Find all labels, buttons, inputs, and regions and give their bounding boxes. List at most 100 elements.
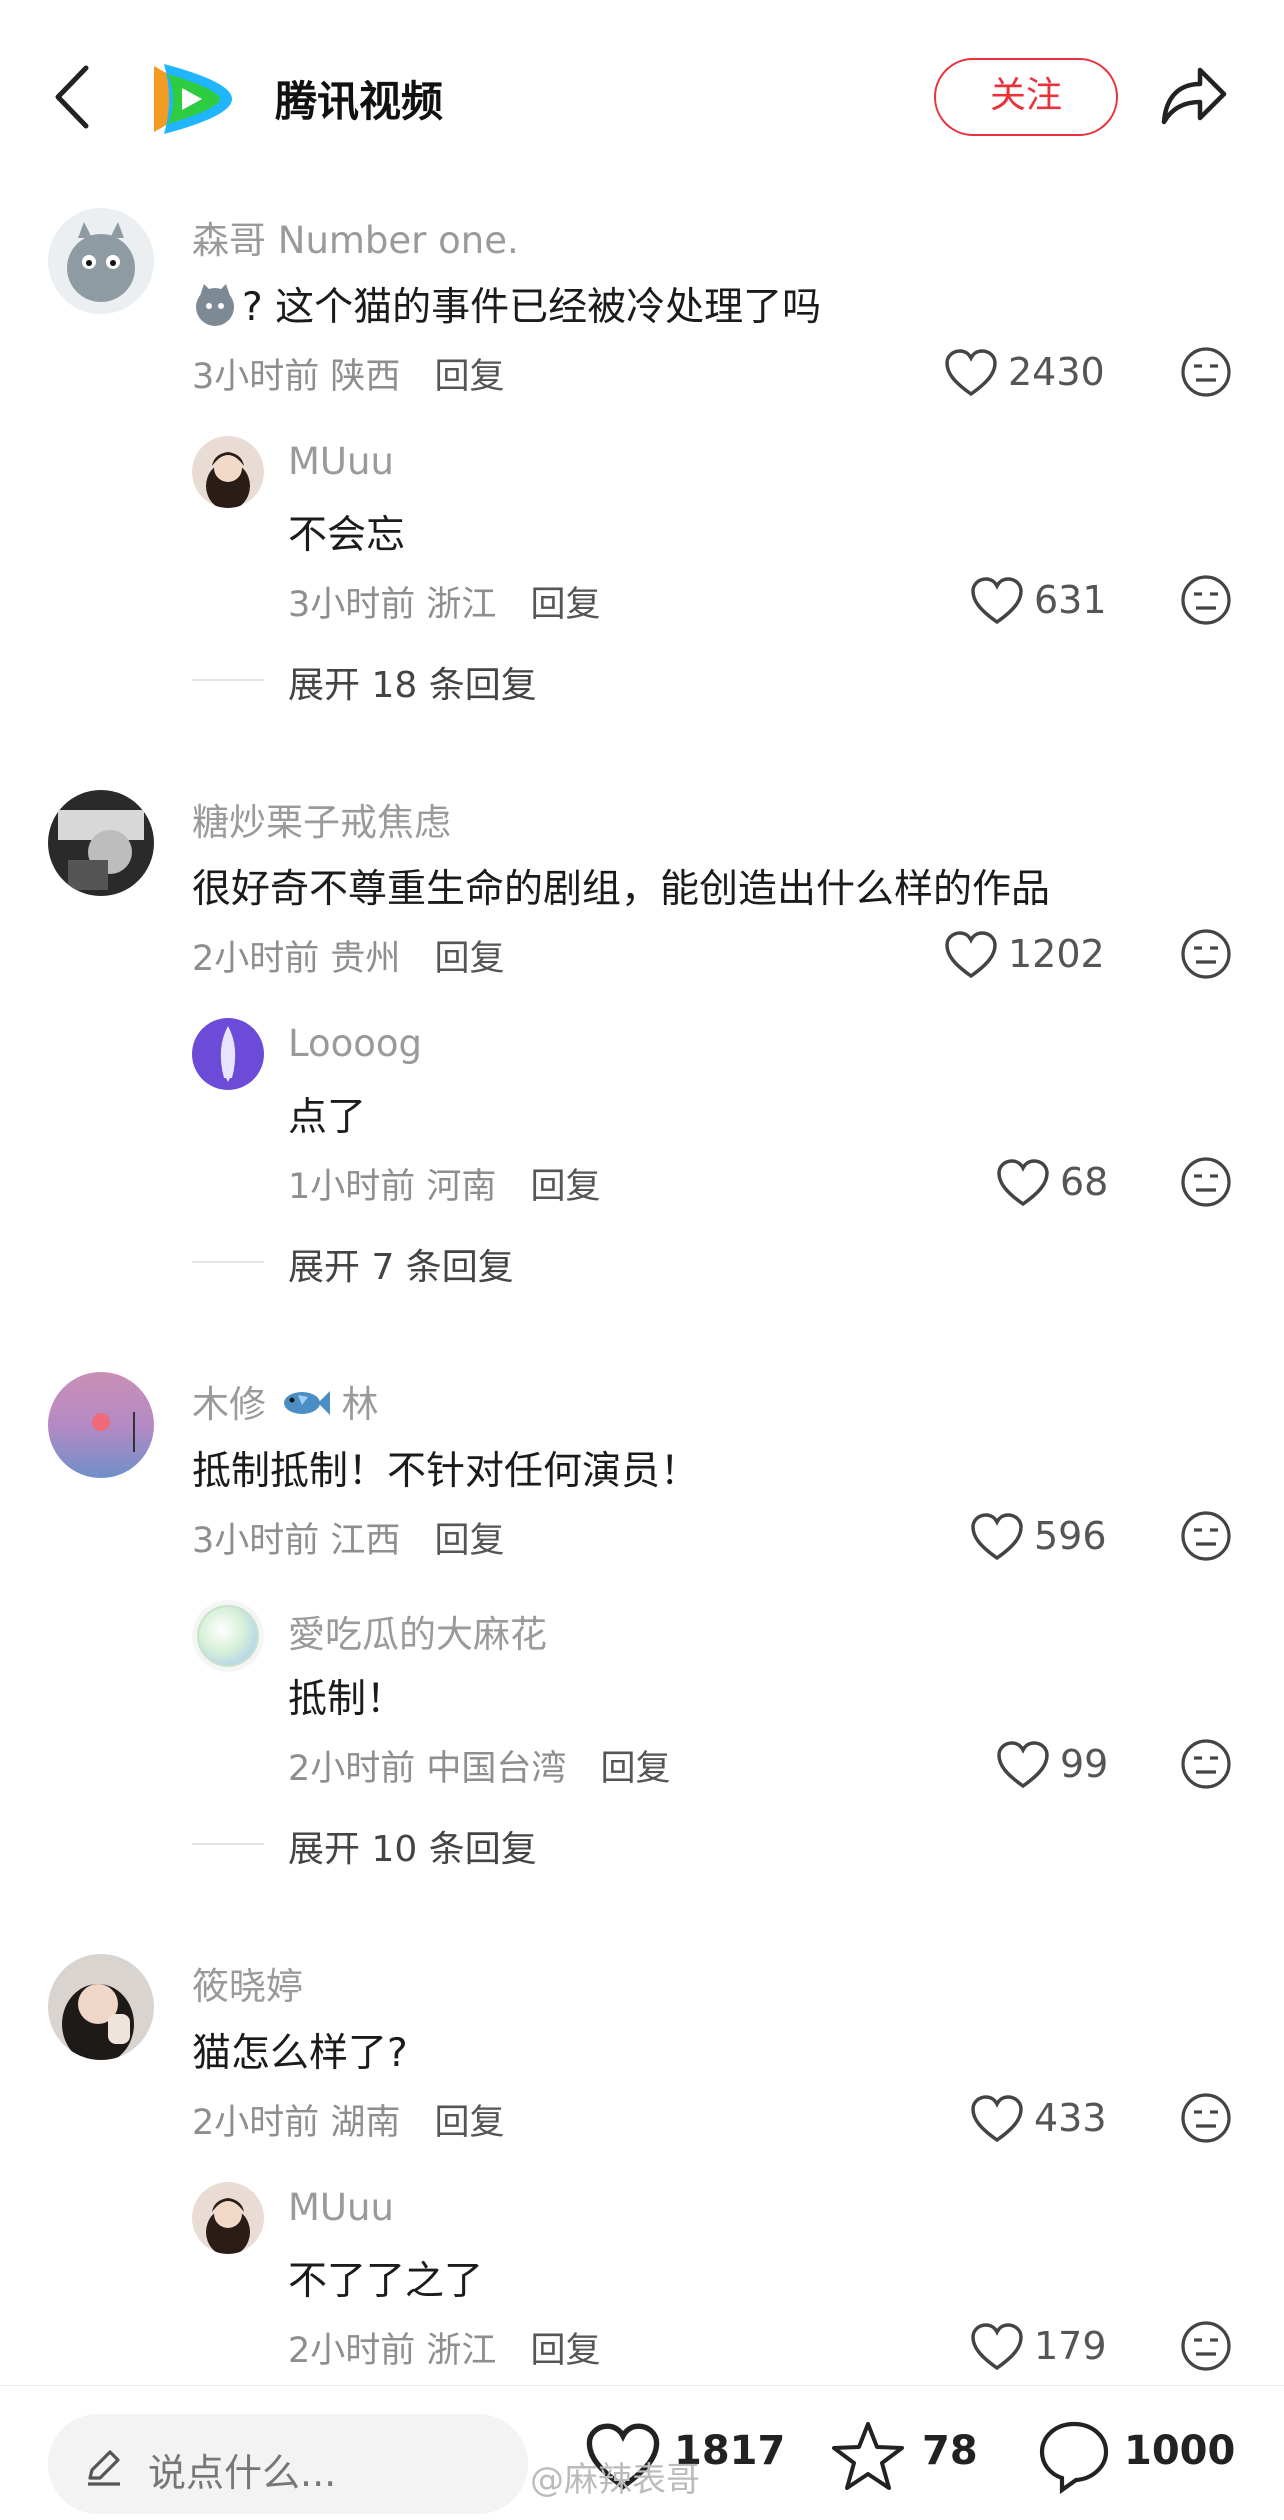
dislike-face-icon[interactable] [1180, 1738, 1232, 1790]
dislike-face-icon[interactable] [1180, 2092, 1232, 2144]
favorite-button[interactable]: 78 [830, 2422, 980, 2492]
share-icon[interactable] [1158, 62, 1230, 128]
pen-icon [82, 2444, 126, 2492]
dislike-face-icon[interactable] [1180, 346, 1232, 398]
reply-button[interactable]: 回复 [434, 357, 504, 397]
comment-location: 贵州 [330, 939, 401, 979]
comment-text: 抵制抵制！不针对任何演员！ [192, 1449, 700, 1494]
comment-text: 猫怎么样了? [192, 2031, 408, 2076]
reply-meta: 3小时前 浙江 回复 [288, 576, 600, 627]
comment-location: 湖南 [330, 2103, 401, 2143]
weibo-watermark: @麻辣表哥 [530, 2460, 700, 2500]
comment-time: 3小时前 [192, 357, 320, 397]
account-name[interactable]: 腾讯视频 [275, 68, 443, 129]
comment-text: 很好奇不尊重生命的剧组，能创造出什么样的作品 [192, 867, 1051, 912]
comment-username[interactable]: 筱晓婷 [192, 1956, 303, 2010]
heart-icon [997, 1741, 1049, 1789]
comment-meta: 2小时前 湖南 回复 [192, 2094, 504, 2145]
avatar[interactable] [192, 1018, 264, 1090]
reply-location: 浙江 [426, 585, 497, 625]
reply-username[interactable]: 愛吃瓜的大麻花 [288, 1604, 547, 1658]
divider [192, 1261, 264, 1263]
comment-meta: 3小时前 陕西 回复 [192, 348, 504, 399]
heart-icon [945, 349, 997, 397]
top-bar: 腾讯视频 关注 [0, 0, 1284, 200]
reply-username[interactable]: MUuu [288, 440, 394, 483]
avatar[interactable] [192, 2182, 264, 2254]
comment-text: ? 这个猫的事件已经被冷处理了吗 [192, 276, 821, 332]
avatar[interactable] [48, 790, 154, 896]
reply-meta: 1小时前 河南 回复 [288, 1158, 600, 1209]
reply-text: 抵制！ [288, 1677, 406, 1722]
reply-location: 河南 [426, 1167, 497, 1207]
dislike-face-icon[interactable] [1180, 1156, 1232, 1208]
reply-button[interactable]: 回复 [600, 1749, 670, 1789]
heart-icon [971, 577, 1023, 625]
heart-icon [945, 931, 997, 979]
comment-text-content: ? 这个猫的事件已经被冷处理了吗 [242, 285, 822, 330]
comment-bubble-icon [1039, 2421, 1109, 2494]
like-count: 179 [1034, 2324, 1107, 2368]
like-count: 99 [1060, 1742, 1109, 1786]
reply-time: 3小时前 [288, 585, 416, 625]
star-icon [832, 2422, 904, 2490]
reply-text: 不会忘 [288, 513, 406, 558]
tencent-video-logo-icon[interactable] [150, 60, 236, 138]
back-icon[interactable] [48, 62, 98, 132]
reply-meta: 2小时前 中国台湾 回复 [288, 1740, 670, 1791]
comment-input-placeholder: 说点什么... [148, 2451, 337, 2495]
reply-button[interactable]: 回复 [530, 1167, 600, 1207]
comment-time: 3小时前 [192, 1521, 320, 1561]
divider [192, 1843, 264, 1845]
comment-time: 2小时前 [192, 2103, 320, 2143]
reply-button[interactable]: 回复 [530, 2331, 600, 2371]
avatar[interactable] [48, 1954, 154, 2060]
dislike-face-icon[interactable] [1180, 928, 1232, 980]
reply-location: 浙江 [426, 2331, 497, 2371]
comment-username[interactable]: 木修 林 [192, 1374, 379, 1428]
comments-button[interactable]: 1000 [1036, 2421, 1236, 2494]
username-part: 林 [341, 1383, 379, 1426]
comment-time: 2小时前 [192, 939, 320, 979]
dislike-face-icon[interactable] [1180, 574, 1232, 626]
follow-button[interactable]: 关注 [934, 58, 1118, 136]
heart-icon [971, 2095, 1023, 2143]
username-part: 木修 [192, 1383, 266, 1426]
heart-icon [997, 1159, 1049, 1207]
reply-time: 1小时前 [288, 1167, 416, 1207]
like-count: 631 [1034, 578, 1107, 622]
heart-icon [971, 1513, 1023, 1561]
reply-button[interactable]: 回复 [434, 939, 504, 979]
dislike-face-icon[interactable] [1180, 2320, 1232, 2372]
avatar[interactable] [192, 436, 264, 508]
reply-text: 点了 [288, 1095, 367, 1140]
reply-username[interactable]: MUuu [288, 2186, 394, 2229]
fish-emoji-icon [278, 1385, 330, 1421]
expand-replies-button[interactable]: 展开 18 条回复 [288, 656, 537, 708]
like-count: 68 [1060, 1160, 1109, 1204]
comment-username[interactable]: 森哥 Number one. [192, 210, 519, 264]
comment-input[interactable]: 说点什么... [48, 2414, 528, 2514]
reply-button[interactable]: 回复 [434, 1521, 504, 1561]
like-count: 596 [1034, 1514, 1107, 1558]
like-count: 2430 [1008, 350, 1105, 394]
like-count: 433 [1034, 2096, 1107, 2140]
reply-button[interactable]: 回复 [434, 2103, 504, 2143]
cat-emoji-icon [192, 282, 238, 328]
avatar[interactable] [48, 208, 154, 314]
comment-meta: 2小时前 贵州 回复 [192, 930, 504, 981]
expand-replies-button[interactable]: 展开 10 条回复 [288, 1820, 537, 1872]
reply-time: 2小时前 [288, 2331, 416, 2371]
dislike-face-icon[interactable] [1180, 1510, 1232, 1562]
reply-text: 不了了之了 [288, 2259, 484, 2304]
divider [192, 679, 264, 681]
reply-username[interactable]: Loooog [288, 1022, 422, 1065]
expand-replies-button[interactable]: 展开 7 条回复 [288, 1238, 514, 1290]
avatar[interactable] [48, 1372, 154, 1478]
reply-button[interactable]: 回复 [530, 585, 600, 625]
reply-meta: 2小时前 浙江 回复 [288, 2322, 600, 2373]
avatar[interactable] [192, 1600, 264, 1672]
like-count: 1202 [1008, 932, 1105, 976]
comment-location: 江西 [330, 1521, 401, 1561]
comment-username[interactable]: 糖炒栗子戒焦虑 [192, 792, 451, 846]
